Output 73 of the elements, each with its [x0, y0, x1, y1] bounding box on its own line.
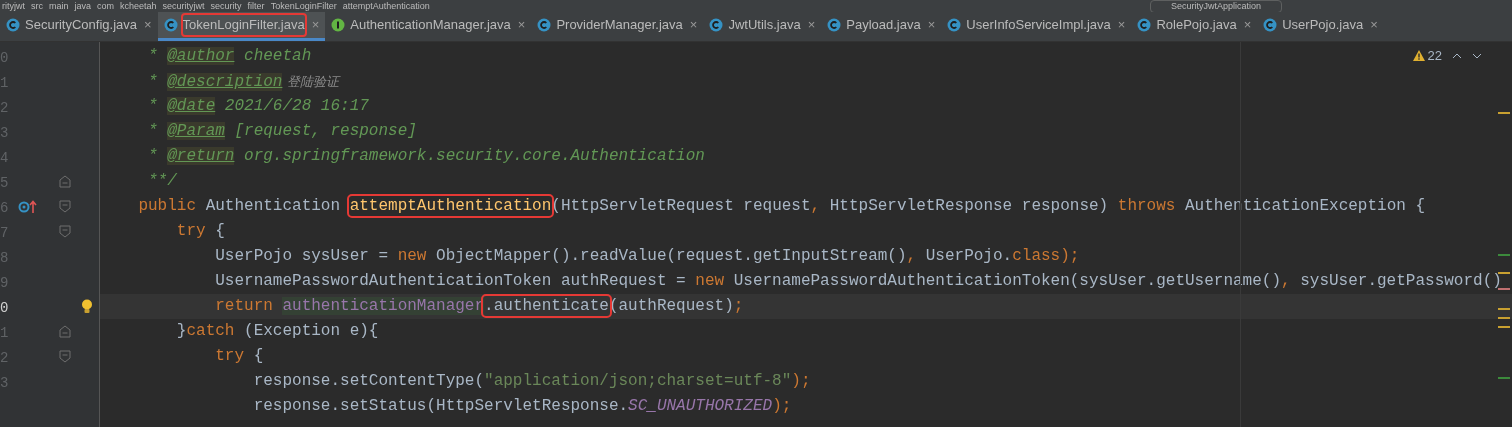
breadcrumb-item[interactable]: filter: [247, 0, 265, 12]
code-line: * @date 2021/6/28 16:17: [147, 96, 369, 117]
line-number: 0: [0, 299, 9, 316]
close-icon[interactable]: ×: [1370, 15, 1378, 35]
tab-label: AuthenticationManager.java: [350, 16, 511, 35]
tab-label: TokenLoginFilter.java: [182, 15, 305, 35]
code-line: **/: [147, 171, 177, 192]
code-line: * @author cheetah: [147, 46, 312, 67]
class-icon: [709, 18, 724, 32]
class-icon: [537, 18, 552, 32]
editor-tab[interactable]: UserPojo.java ×: [1257, 12, 1384, 41]
tab-label: Payload.java: [846, 16, 921, 35]
tab-label: ProviderManager.java: [556, 16, 683, 35]
warning-count[interactable]: 22: [1427, 46, 1442, 66]
editor-tab[interactable]: SecurityConfig.java ×: [0, 12, 158, 41]
code-line: UserPojo sysUser = new ObjectMapper().readValue(request.getInputStream(), UserPojo.class);: [214, 246, 1080, 267]
code-line: response.setStatus(HttpServletResponse.SC_UNAUTHORIZED);: [252, 396, 792, 417]
warning-icon[interactable]: [1412, 50, 1425, 62]
tab-label: RolePojo.java: [1156, 16, 1237, 35]
close-icon[interactable]: ×: [311, 15, 320, 35]
lightbulb-icon[interactable]: [81, 299, 94, 314]
breadcrumb-item[interactable]: src: [31, 0, 43, 12]
code-line: * @return org.springframework.security.core.Authentication: [147, 146, 705, 167]
class-icon: [163, 18, 178, 32]
tab-label: UserPojo.java: [1282, 16, 1364, 35]
code-line: try {: [214, 346, 264, 367]
breadcrumb-item[interactable]: rityjwt: [2, 0, 25, 12]
close-icon[interactable]: ×: [689, 15, 698, 35]
close-icon[interactable]: ×: [144, 15, 152, 35]
tab-label: SecurityConfig.java: [25, 16, 137, 35]
class-icon: [6, 18, 20, 32]
breadcrumb-item[interactable]: main: [49, 0, 69, 12]
fold-marker-icon[interactable]: [59, 175, 72, 188]
fold-marker-icon[interactable]: [59, 200, 72, 213]
breadcrumb-item[interactable]: security: [210, 0, 242, 12]
editor-tab[interactable]: ProviderManager.java ×: [531, 12, 704, 41]
breadcrumb-item[interactable]: TokenLoginFilter: [270, 0, 337, 12]
close-icon[interactable]: ×: [927, 15, 936, 35]
class-icon: [827, 18, 842, 32]
close-icon[interactable]: ×: [517, 15, 526, 35]
fold-marker-icon[interactable]: [59, 225, 72, 238]
close-icon[interactable]: ×: [1243, 15, 1252, 35]
editor-tab[interactable]: JwtUtils.java ×: [703, 12, 822, 41]
breadcrumb-item[interactable]: com: [97, 0, 115, 12]
code-line: try {: [175, 221, 225, 242]
code-line: }catch (Exception e){: [175, 321, 379, 342]
class-icon: [1137, 18, 1152, 32]
class-icon: [947, 18, 962, 32]
previous-icon[interactable]: [1452, 52, 1462, 59]
tab-label: UserInfoServiceImpl.java: [966, 16, 1111, 35]
editor-tab[interactable]: AuthenticationManager.java ×: [325, 12, 532, 41]
editor-tab[interactable]: TokenLoginFilter.java ×: [157, 12, 326, 41]
editor-tab[interactable]: UserInfoServiceImpl.java ×: [941, 12, 1132, 41]
code-editor[interactable]: [100, 42, 1512, 427]
class-icon: [1263, 18, 1278, 32]
tab-label: JwtUtils.java: [728, 16, 801, 35]
fold-marker-icon[interactable]: [59, 325, 72, 338]
code-line: * @Param [request, response]: [147, 121, 417, 142]
next-icon[interactable]: [1472, 52, 1482, 59]
code-line: public Authentication attemptAuthentication(HttpServletRequest request, HttpServletResponse response) throws AuthenticationException {: [100, 194, 1426, 219]
interface-icon: [331, 18, 346, 32]
override-icon[interactable]: [17, 199, 38, 214]
breadcrumb-item[interactable]: securityjwt: [162, 0, 205, 12]
code-line: response.setContentType("application/json;charset=utf-8");: [252, 371, 811, 392]
code-line: UsernamePasswordAuthenticationToken authRequest = new UsernamePasswordAuthenticationToken(sysUser.getUsername(), sysUser.getPassword(): [214, 271, 1502, 292]
breadcrumb-item[interactable]: java: [74, 0, 92, 12]
editor-tab[interactable]: Payload.java ×: [821, 12, 942, 41]
fold-marker-icon[interactable]: [59, 350, 72, 363]
editor-tab[interactable]: RolePojo.java ×: [1131, 12, 1258, 41]
close-icon[interactable]: ×: [1117, 15, 1126, 35]
breadcrumb-item[interactable]: attemptAuthentication: [342, 0, 430, 12]
close-icon[interactable]: ×: [807, 15, 816, 35]
breadcrumb-item[interactable]: kcheetah: [120, 0, 157, 12]
